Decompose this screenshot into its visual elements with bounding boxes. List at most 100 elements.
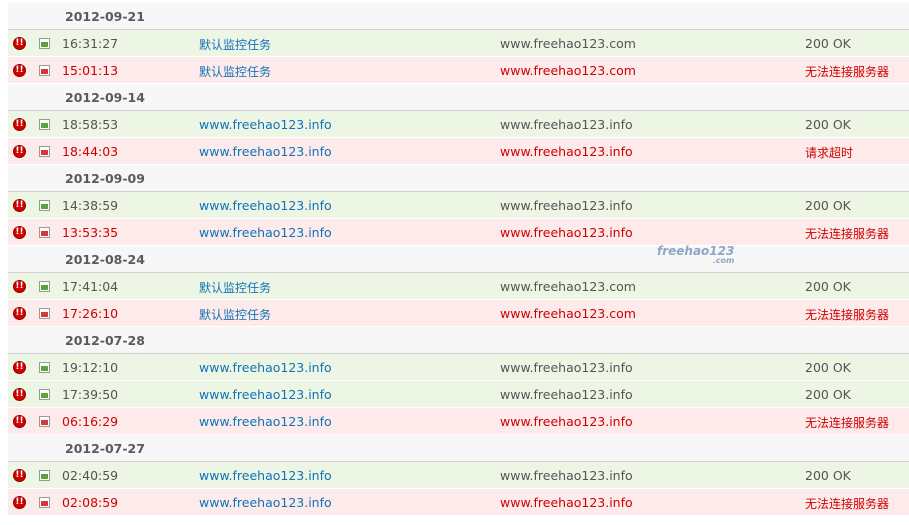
- check-time: 02:08:59: [62, 495, 119, 510]
- monitor-task-link[interactable]: www.freehao123.info: [199, 198, 332, 213]
- chart-icon[interactable]: [39, 38, 50, 49]
- response-status: 200 OK: [805, 198, 851, 213]
- monitored-url: www.freehao123.info: [500, 360, 633, 375]
- monitor-task-link[interactable]: 默认监控任务: [199, 36, 271, 53]
- chart-icon-fill: [41, 150, 48, 155]
- log-row-failure: !! 17:26:10 默认监控任务 www.freehao123.com 无法连接服务…: [8, 300, 909, 327]
- monitor-task-link[interactable]: www.freehao123.info: [199, 387, 332, 402]
- log-row-success: !! 19:12:10 www.freehao123.info www.freehao…: [8, 354, 909, 381]
- response-status: 200 OK: [805, 117, 851, 132]
- chart-icon-fill: [41, 393, 48, 398]
- watermark-logo: freehao123 .com: [657, 245, 734, 266]
- log-row-failure: !! 18:44:03 www.freehao123.info www.freehao…: [8, 138, 909, 165]
- chart-icon[interactable]: [39, 362, 50, 373]
- check-time: 13:53:35: [62, 225, 119, 240]
- exclamation-circle-icon[interactable]: !!: [13, 280, 26, 293]
- response-status: 无法连接服务器: [805, 497, 890, 511]
- monitor-task-link[interactable]: 默认监控任务: [199, 306, 271, 323]
- chart-icon-fill: [41, 474, 48, 479]
- chart-icon[interactable]: [39, 119, 50, 130]
- exclamation-circle-icon[interactable]: !!: [13, 199, 26, 212]
- chart-icon-fill: [41, 42, 48, 47]
- response-status: 请求超时: [805, 146, 854, 160]
- log-row-success: !! 17:39:50 www.freehao123.info www.freehao…: [8, 381, 909, 408]
- chart-icon-fill: [41, 420, 48, 425]
- chart-icon[interactable]: [39, 281, 50, 292]
- response-status: 200 OK: [805, 36, 851, 51]
- log-row-failure: !! 02:08:59 www.freehao123.info www.freehao…: [8, 489, 909, 516]
- response-status: 200 OK: [805, 468, 851, 483]
- response-status: 200 OK: [805, 279, 851, 294]
- chart-icon-fill: [41, 312, 48, 317]
- exclamation-circle-icon[interactable]: !!: [13, 415, 26, 428]
- date-header-row: 2012-08-24: [8, 246, 909, 273]
- exclamation-circle-icon[interactable]: !!: [13, 37, 26, 50]
- monitor-task-link[interactable]: www.freehao123.info: [199, 117, 332, 132]
- date-header-label: 2012-09-21: [65, 9, 145, 24]
- date-header-row: 2012-09-21: [8, 3, 909, 30]
- exclamation-circle-icon[interactable]: !!: [13, 307, 26, 320]
- monitored-url: www.freehao123.info: [500, 117, 633, 132]
- chart-icon[interactable]: [39, 416, 50, 427]
- chart-icon-fill: [41, 204, 48, 209]
- chart-icon[interactable]: [39, 497, 50, 508]
- monitor-task-link[interactable]: www.freehao123.info: [199, 468, 332, 483]
- monitored-url: www.freehao123.info: [500, 468, 633, 483]
- monitor-task-link[interactable]: www.freehao123.info: [199, 144, 332, 159]
- chart-icon[interactable]: [39, 65, 50, 76]
- date-header-row: 2012-07-27: [8, 435, 909, 462]
- date-header-row: 2012-09-14: [8, 84, 909, 111]
- monitor-task-link[interactable]: 默认监控任务: [199, 63, 271, 80]
- response-status: 200 OK: [805, 360, 851, 375]
- chart-icon[interactable]: [39, 470, 50, 481]
- log-row-failure: !! 06:16:29 www.freehao123.info www.freehao…: [8, 408, 909, 435]
- chart-icon[interactable]: [39, 308, 50, 319]
- response-status: 无法连接服务器: [805, 416, 890, 430]
- date-header-row: 2012-09-09: [8, 165, 909, 192]
- log-row-success: !! 16:31:27 默认监控任务 www.freehao123.com 200 OK: [8, 30, 909, 57]
- exclamation-circle-icon[interactable]: !!: [13, 64, 26, 77]
- check-time: 17:39:50: [62, 387, 119, 402]
- check-time: 06:16:29: [62, 414, 119, 429]
- log-row-success: !! 02:40:59 www.freehao123.info www.freehao…: [8, 462, 909, 489]
- monitor-task-link[interactable]: www.freehao123.info: [199, 225, 332, 240]
- chart-icon[interactable]: [39, 389, 50, 400]
- exclamation-circle-icon[interactable]: !!: [13, 145, 26, 158]
- chart-icon-fill: [41, 285, 48, 290]
- monitored-url: www.freehao123.com: [500, 36, 636, 51]
- check-time: 18:58:53: [62, 117, 119, 132]
- check-time: 18:44:03: [62, 144, 119, 159]
- check-time: 15:01:13: [62, 63, 119, 78]
- exclamation-circle-icon[interactable]: !!: [13, 388, 26, 401]
- monitored-url: www.freehao123.info: [500, 414, 633, 429]
- monitor-task-link[interactable]: www.freehao123.info: [199, 360, 332, 375]
- chart-icon-fill: [41, 501, 48, 506]
- date-header-label: 2012-09-14: [65, 90, 145, 105]
- chart-icon[interactable]: [39, 200, 50, 211]
- response-status: 无法连接服务器: [805, 227, 890, 241]
- check-time: 16:31:27: [62, 36, 119, 51]
- monitor-task-link[interactable]: 默认监控任务: [199, 279, 271, 296]
- date-header-label: 2012-07-28: [65, 333, 145, 348]
- chart-icon[interactable]: [39, 227, 50, 238]
- exclamation-circle-icon[interactable]: !!: [13, 118, 26, 131]
- exclamation-circle-icon[interactable]: !!: [13, 469, 26, 482]
- chart-icon[interactable]: [39, 146, 50, 157]
- monitor-task-link[interactable]: www.freehao123.info: [199, 495, 332, 510]
- log-row-failure: !! 15:01:13 默认监控任务 www.freehao123.com 无法连接服务…: [8, 57, 909, 84]
- response-status: 无法连接服务器: [805, 308, 890, 322]
- exclamation-circle-icon[interactable]: !!: [13, 361, 26, 374]
- chart-icon-fill: [41, 366, 48, 371]
- log-row-success: !! 14:38:59 www.freehao123.info www.freehao…: [8, 192, 909, 219]
- monitored-url: www.freehao123.info: [500, 198, 633, 213]
- monitor-task-link[interactable]: www.freehao123.info: [199, 414, 332, 429]
- date-header-label: 2012-09-09: [65, 171, 145, 186]
- log-row-success: !! 18:58:53 www.freehao123.info www.freehao…: [8, 111, 909, 138]
- exclamation-circle-icon[interactable]: !!: [13, 496, 26, 509]
- date-header-label: 2012-08-24: [65, 252, 145, 267]
- monitored-url: www.freehao123.info: [500, 144, 633, 159]
- chart-icon-fill: [41, 69, 48, 74]
- exclamation-circle-icon[interactable]: !!: [13, 226, 26, 239]
- chart-icon-fill: [41, 123, 48, 128]
- response-status: 200 OK: [805, 387, 851, 402]
